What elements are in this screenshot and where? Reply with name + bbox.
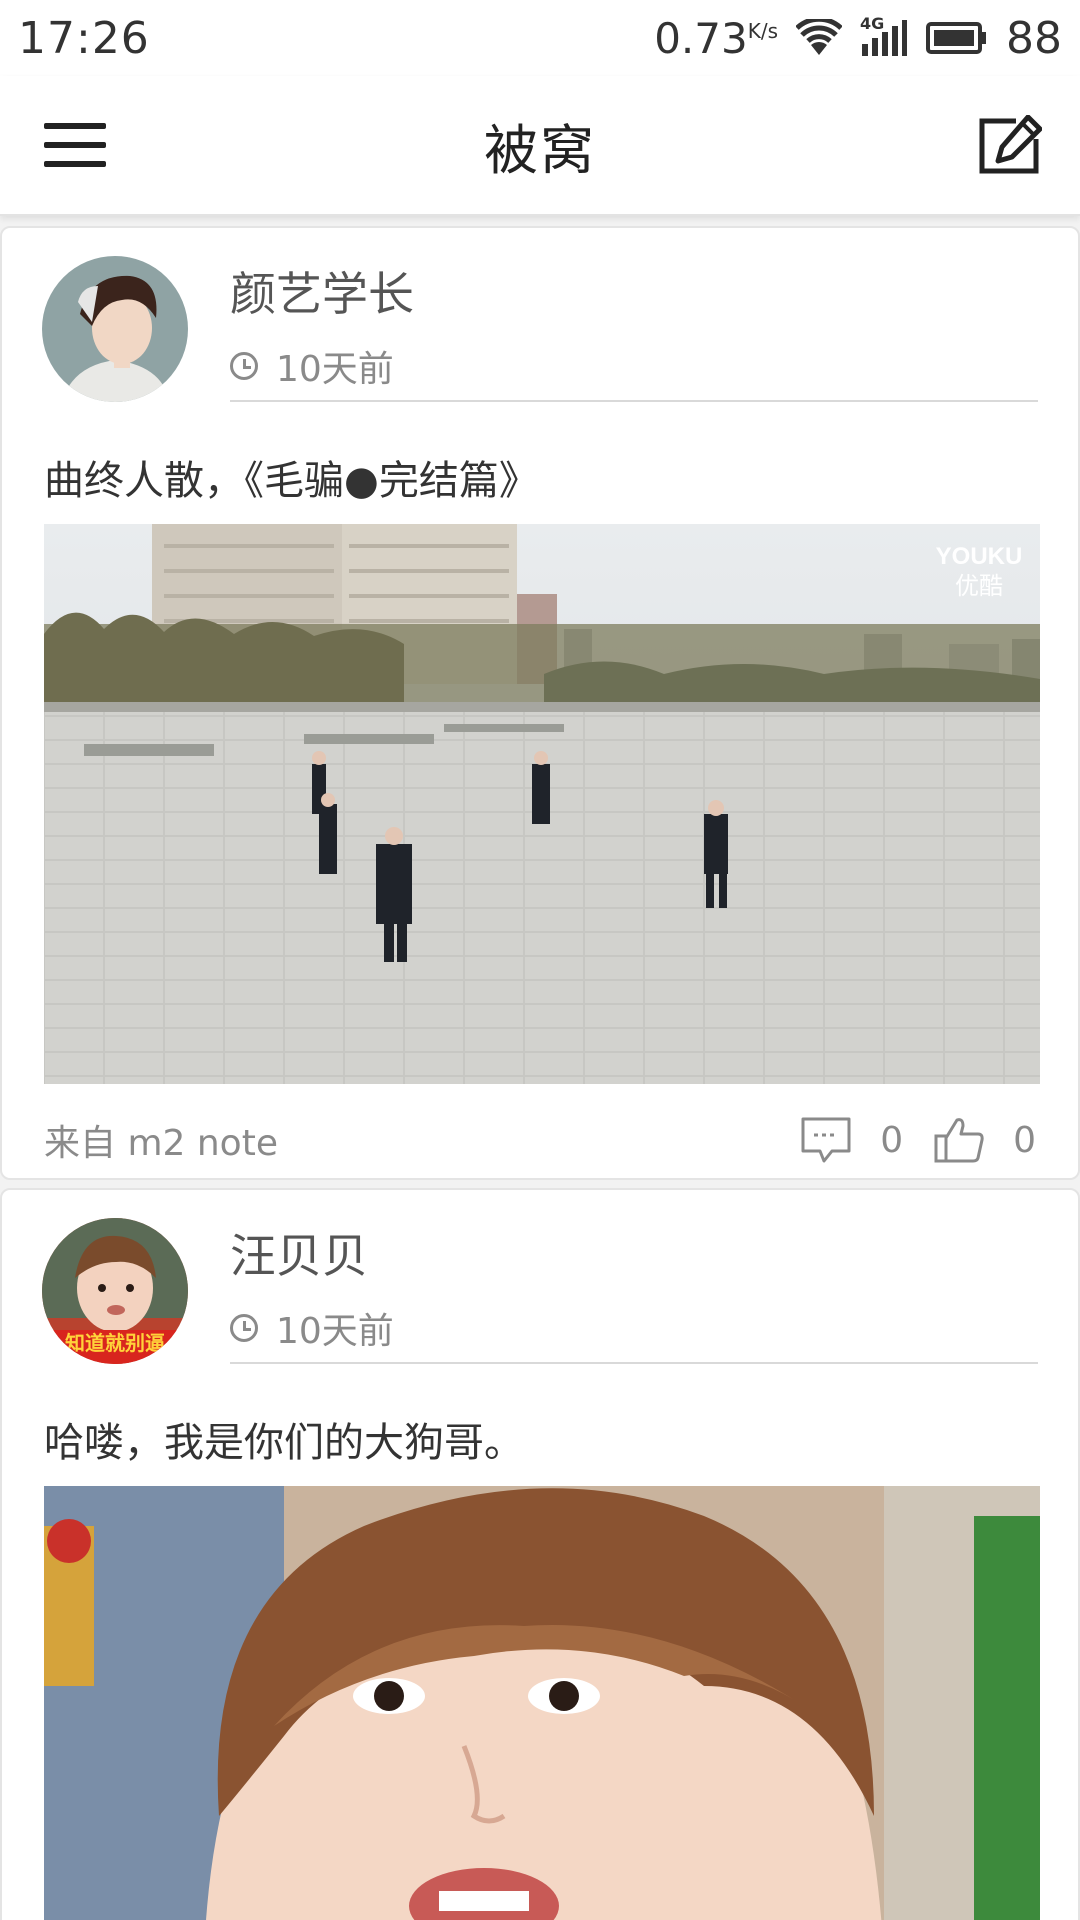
battery-icon: [926, 22, 986, 54]
menu-button[interactable]: [44, 123, 106, 167]
comment-icon: [801, 1117, 851, 1163]
post-card[interactable]: 颜艺学长 10天前 曲终人散，《毛骗●完结篇》 YOUKU 优酷 来自 m2 n…: [0, 226, 1080, 1180]
battery-level: 88: [1006, 12, 1062, 64]
header-divider: [230, 1362, 1038, 1364]
status-indicators: 0.73K/s 4G 88: [654, 13, 1062, 64]
avatar[interactable]: [42, 256, 188, 402]
post-image[interactable]: [44, 1486, 1040, 1920]
post-time: 10天前: [230, 340, 394, 392]
header-divider: [230, 400, 1038, 402]
youku-watermark: YOUKU: [936, 543, 1023, 570]
avatar[interactable]: 知道就别逼: [42, 1218, 188, 1364]
status-time: 17:26: [18, 12, 150, 64]
like-button[interactable]: 0: [933, 1116, 1036, 1164]
wifi-icon: [796, 19, 842, 55]
post-text: 哈喽，我是你们的大狗哥。: [44, 1420, 524, 1466]
post-time-text: 10天前: [276, 349, 394, 390]
post-footer: 来自 m2 note 0 0: [44, 1108, 1036, 1172]
compose-button[interactable]: [978, 114, 1043, 175]
cellular-signal-icon: 4G: [860, 14, 908, 58]
post-time-text: 10天前: [276, 1311, 394, 1352]
thumbs-up-icon: [934, 1118, 984, 1163]
post-text: 曲终人散，《毛骗●完结篇》: [44, 458, 539, 504]
post-card[interactable]: 知道就别逼 汪贝贝 10天前 哈喽，我是你们的大狗哥。: [0, 1188, 1080, 1920]
post-source: 来自 m2 note: [44, 1123, 278, 1164]
network-speed-unit: K/s: [747, 18, 778, 43]
status-bar: 17:26 0.73K/s 4G 88: [0, 0, 1080, 76]
network-speed-value: 0.73: [654, 13, 748, 63]
clock-icon: [230, 352, 258, 380]
post-time: 10天前: [230, 1302, 394, 1354]
avatar-caption: 知道就别逼: [65, 1331, 165, 1355]
network-speed: 0.73K/s: [654, 14, 778, 63]
like-count: 0: [1013, 1119, 1036, 1161]
hamburger-menu-icon: [44, 123, 106, 167]
compose-icon: [979, 114, 1043, 174]
comment-button[interactable]: 0: [800, 1116, 903, 1164]
author-name[interactable]: 颜艺学长: [230, 258, 414, 324]
comment-count: 0: [880, 1119, 904, 1161]
youku-watermark-cn: 优酷: [955, 572, 1003, 600]
app-bar: 被窝: [0, 76, 1080, 216]
author-name[interactable]: 汪贝贝: [230, 1220, 368, 1286]
page-title: 被窝: [484, 118, 596, 182]
clock-icon: [230, 1314, 258, 1342]
post-image[interactable]: YOUKU 优酷: [44, 524, 1040, 1084]
